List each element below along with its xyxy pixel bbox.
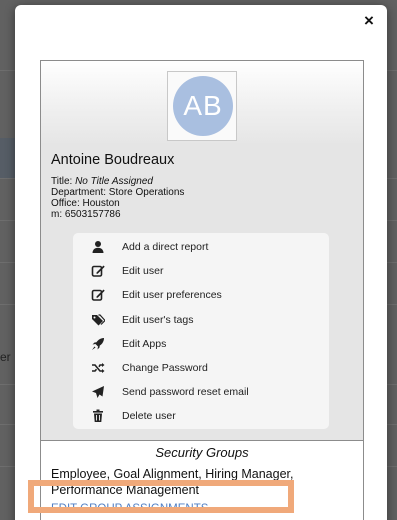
avatar: AB [173,76,233,136]
user-modal: × AB Antoine Boudreaux Title: No Title A… [15,5,387,520]
menu-item-label: Edit user [122,265,164,277]
security-groups-title: Security Groups [155,445,249,460]
person-icon [92,241,104,253]
edit-icon [91,265,105,277]
card-header: AB [41,61,363,143]
rocket-icon [92,338,104,350]
menu-item-label: Edit Apps [122,338,167,350]
user-office: Office: Houston [51,198,120,209]
title-label: Title: [51,176,76,187]
menu-item-delete-user[interactable]: Delete user [73,405,329,427]
menu-item-edit-user-tags[interactable]: Edit user's tags [73,309,329,331]
menu-item-label: Delete user [122,410,176,422]
menu-item-label: Edit user's tags [122,314,194,326]
menu-item-label: Change Password [122,362,208,374]
menu-item-label: Send password reset email [122,386,249,398]
security-groups-section: Security Groups Employee, Goal Alignment… [41,440,363,520]
shuffle-icon [92,363,105,373]
menu-item-add-direct-report[interactable]: Add a direct report [73,236,329,258]
menu-item-send-password-reset[interactable]: Send password reset email [73,381,329,403]
menu-item-change-password[interactable]: Change Password [73,357,329,379]
menu-item-edit-user[interactable]: Edit user [73,260,329,282]
user-actions-menu: Add a direct report Edit user Edit user … [73,233,329,429]
trash-icon [93,409,103,422]
user-department: Department: Store Operations [51,187,185,198]
avatar-frame: AB [167,71,237,141]
menu-item-label: Add a direct report [122,241,209,253]
user-name: Antoine Boudreaux [51,152,175,168]
user-card: AB Antoine Boudreaux Title: No Title Ass… [40,60,364,520]
close-button[interactable]: × [361,12,377,29]
send-icon [92,386,104,398]
security-groups-list: Employee, Goal Alignment, Hiring Manager… [51,467,294,497]
menu-item-edit-apps[interactable]: Edit Apps [73,333,329,355]
card-body: Antoine Boudreaux Title: No Title Assign… [41,143,363,440]
title-value: No Title Assigned [75,176,153,187]
user-mobile: m: 6503157786 [51,209,121,220]
menu-item-label: Edit user preferences [122,289,222,301]
user-title-line: Title: No Title Assigned [51,176,184,187]
tags-icon [92,314,105,326]
edit-group-assignments-link[interactable]: EDIT GROUP ASSIGNMENTS [51,503,208,515]
menu-item-edit-user-preferences[interactable]: Edit user preferences [73,284,329,306]
backdrop-text: er [0,350,11,364]
edit-icon [91,289,105,301]
user-details: Title: No Title Assigned Department: Sto… [51,176,184,220]
